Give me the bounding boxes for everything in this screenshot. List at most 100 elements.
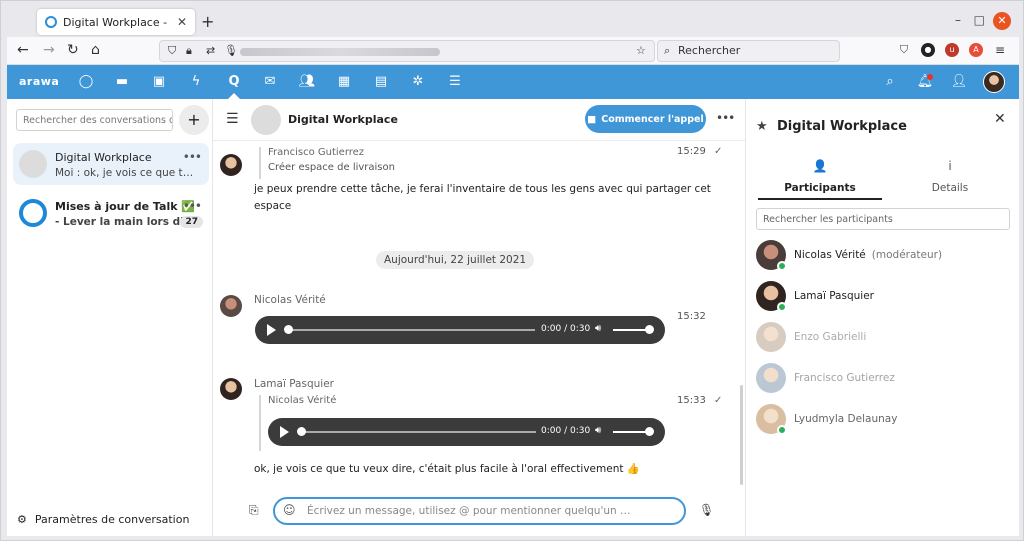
microphone-permission-icon[interactable]: 🎙︎ <box>224 44 238 57</box>
calendar-icon[interactable]: ▦ <box>335 73 353 91</box>
message-time: 15:29 <box>677 146 706 157</box>
new-tab-button[interactable]: + <box>201 12 214 31</box>
participant-item[interactable]: Lyudmyla Delaunay <box>756 404 1010 436</box>
chat-scrollbar[interactable] <box>740 385 743 485</box>
play-icon[interactable] <box>267 324 276 336</box>
attachment-icon[interactable]: ⎘ <box>249 503 259 518</box>
message-text: je peux prendre cette tâche, je ferai l'… <box>254 181 711 215</box>
bookmark-star-icon[interactable]: ☆ <box>636 44 646 57</box>
quote-author: Nicolas Vérité <box>268 395 337 406</box>
dashboard-icon[interactable]: ◯ <box>77 73 95 91</box>
files-icon[interactable]: ▬ <box>113 73 131 91</box>
tab-title: Digital Workplace - Discu <box>63 15 171 29</box>
browser-tab[interactable]: Digital Workplace - Discu ✕ <box>37 9 195 35</box>
circles-icon[interactable]: ✲ <box>409 73 427 91</box>
menu-icon[interactable]: ≡ <box>993 43 1007 57</box>
volume-icon[interactable]: 🔊︎ <box>595 323 601 334</box>
maximize-button[interactable]: □ <box>974 13 985 27</box>
message-input-placeholder: Écrivez un message, utilisez @ pour ment… <box>307 505 631 517</box>
contacts-menu-icon[interactable]: 👤︎ <box>950 73 968 91</box>
online-status-dot <box>777 302 787 312</box>
favorite-star-icon[interactable]: ★ <box>756 119 768 134</box>
browser-window: Digital Workplace - Discu ✕ + – □ ✕ ← → … <box>0 0 1024 541</box>
conversation-actions-button[interactable]: ••• <box>183 150 202 164</box>
tab-participants-label: Participants <box>784 182 856 194</box>
conversation-settings-label: Paramètres de conversation <box>34 513 190 526</box>
participant-item[interactable]: Enzo Gabrielli <box>756 322 1010 354</box>
details-title: Digital Workplace <box>777 119 907 134</box>
arawa-logo[interactable]: arawa <box>19 75 59 88</box>
browser-search-input[interactable]: ⌕ Rechercher <box>657 40 840 62</box>
group-avatar <box>19 150 47 178</box>
contacts-icon[interactable]: 👥︎ <box>298 73 316 91</box>
play-icon[interactable] <box>280 426 289 438</box>
online-status-dot <box>777 261 787 271</box>
extension-icon[interactable]: ● <box>921 43 935 57</box>
audio-progress-knob[interactable] <box>297 427 306 436</box>
ublock-icon[interactable]: u <box>945 43 959 57</box>
home-icon[interactable]: ⌂ <box>91 42 100 58</box>
permissions-icon[interactable]: ⇄ <box>206 44 215 57</box>
minimize-button[interactable]: – <box>955 13 961 27</box>
tab-bar: Digital Workplace - Discu ✕ + – □ ✕ <box>7 7 1019 37</box>
volume-knob[interactable] <box>645 325 654 334</box>
author-avatar <box>220 154 242 176</box>
message-input[interactable]: ☺ Écrivez un message, utilisez @ pour me… <box>273 497 686 525</box>
forward-icon[interactable]: → <box>43 42 55 58</box>
reload-icon[interactable]: ↻ <box>67 42 79 58</box>
author-avatar <box>220 295 242 317</box>
tab-participants[interactable]: 👤 Participants <box>758 159 882 200</box>
audio-player[interactable]: 0:00 / 0:30 🔊︎ <box>255 316 665 344</box>
start-call-button[interactable]: ■ Commencer l'appel <box>585 105 706 133</box>
conversation-search-input[interactable]: Rechercher des conversations ou de <box>16 109 173 131</box>
video-camera-icon: ■ <box>587 113 597 125</box>
unified-search-icon[interactable]: ⌕ <box>881 73 899 91</box>
quoted-message[interactable]: Francisco Gutierrez Créer espace de livr… <box>259 147 395 179</box>
audio-player[interactable]: 0:00 / 0:30 🔊︎ <box>268 418 665 446</box>
back-icon[interactable]: ← <box>17 42 29 58</box>
chat-header: ☰ Digital Workplace ■ Commencer l'appel … <box>213 99 745 141</box>
chat-more-actions-button[interactable]: ••• <box>716 111 735 125</box>
talk-updates-avatar <box>19 199 47 227</box>
notes-icon[interactable]: ☰ <box>446 73 464 91</box>
tab-close-icon[interactable]: ✕ <box>177 15 187 29</box>
participant-name: Francisco Gutierrez <box>794 372 895 384</box>
message-text: ok, je vois ce que tu veux dire, c'était… <box>254 463 640 475</box>
url-bar[interactable]: ⛉ 🔒︎ ⇄ 🎙︎ ☆ <box>159 40 655 62</box>
participant-search-input[interactable]: Rechercher les participants <box>756 208 1010 230</box>
emoji-icon[interactable]: ☺ <box>283 503 296 517</box>
participant-item[interactable]: Nicolas Vérité (modérateur) <box>756 240 1010 272</box>
talk-icon[interactable]: Q <box>225 73 243 91</box>
audio-progress-knob[interactable] <box>284 325 293 334</box>
participant-item[interactable]: Francisco Gutierrez <box>756 363 1010 395</box>
url-text-blurred <box>240 48 440 56</box>
browser-search-placeholder: Rechercher <box>678 44 741 57</box>
conversation-item[interactable]: Digital Workplace Moi : ok, je vois ce q… <box>13 143 209 185</box>
adblock-icon[interactable]: A <box>969 43 983 57</box>
mail-icon[interactable]: ✉ <box>261 73 279 91</box>
volume-knob[interactable] <box>645 427 654 436</box>
conversation-item[interactable]: Mises à jour de Talk ✅ - Lever la main l… <box>13 192 209 234</box>
start-call-label: Commencer l'appel <box>601 113 704 125</box>
close-sidebar-button[interactable]: ✕ <box>994 111 1006 127</box>
participant-role: (modérateur) <box>871 249 943 261</box>
deck-icon[interactable]: ▤ <box>372 73 390 91</box>
pocket-icon[interactable]: ⛉ <box>897 43 911 57</box>
toggle-navigation-icon[interactable]: ☰ <box>226 111 239 127</box>
audio-progress-track[interactable] <box>300 431 536 433</box>
audio-progress-track[interactable] <box>287 329 535 331</box>
window-close-button[interactable]: ✕ <box>993 12 1011 30</box>
photos-icon[interactable]: ▣ <box>150 73 168 91</box>
conversation-settings-button[interactable]: ⚙ Paramètres de conversation <box>17 513 189 526</box>
conversation-actions-button[interactable]: ••• <box>183 199 202 213</box>
new-conversation-button[interactable]: + <box>179 105 209 135</box>
user-avatar[interactable] <box>983 71 1005 93</box>
activity-icon[interactable]: ϟ <box>187 73 205 91</box>
participant-item[interactable]: Lamaï Pasquier <box>756 281 1010 313</box>
participant-avatar <box>756 322 786 352</box>
audio-time: 0:00 / 0:30 <box>541 426 591 436</box>
tab-details[interactable]: i Details <box>888 159 1012 194</box>
volume-icon[interactable]: 🔊︎ <box>595 425 601 436</box>
microphone-icon[interactable]: 🎙︎ <box>699 503 714 517</box>
online-status-dot <box>777 425 787 435</box>
